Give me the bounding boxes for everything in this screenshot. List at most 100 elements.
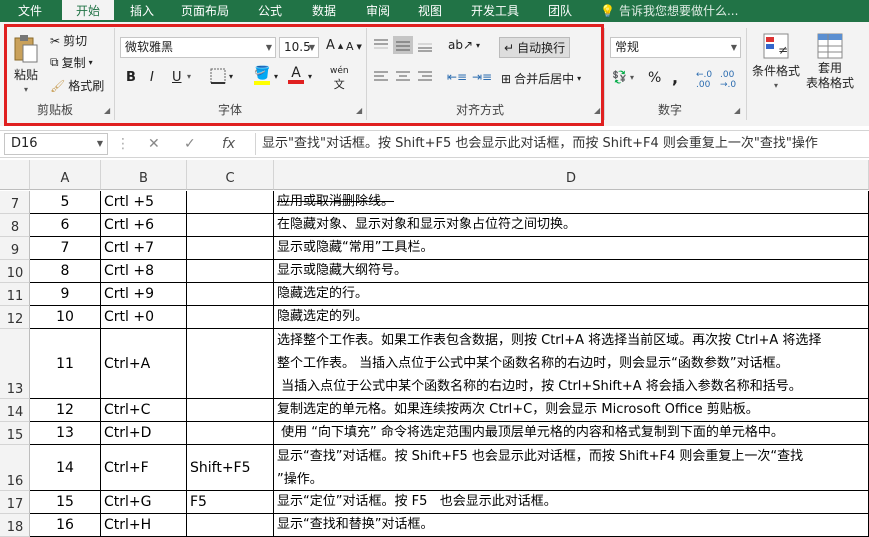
cell-c[interactable] — [187, 283, 274, 306]
cell-d[interactable]: 在隐藏对象、显示对象和显示对象占位符之间切换。 — [274, 214, 869, 237]
align-bottom-button[interactable] — [417, 38, 433, 52]
cell-d[interactable]: 应用或取消删除线。 — [274, 191, 869, 214]
tab-formulas[interactable]: 公式 — [250, 0, 290, 22]
row-header[interactable]: 9 — [0, 237, 30, 260]
cell-d[interactable]: 复制选定的单元格。如果连续按两次 Ctrl+C，则会显示 Microsoft O… — [274, 399, 869, 422]
dialog-launcher-icon[interactable]: ◢ — [594, 106, 600, 115]
align-left-button[interactable] — [373, 70, 389, 84]
row-header[interactable]: 16 — [0, 445, 30, 491]
align-center-button[interactable] — [395, 70, 411, 84]
font-color-dropdown[interactable]: ▾ — [308, 72, 312, 81]
enter-check-icon[interactable]: ✓ — [184, 133, 196, 155]
cell-d[interactable]: 选择整个工作表。如果工作表包含数据，则按 Ctrl+A 将选择当前区域。再次按 … — [274, 329, 869, 399]
cell-c[interactable] — [187, 422, 274, 445]
row-header[interactable]: 13 — [0, 329, 30, 399]
fill-color-dropdown[interactable]: ▾ — [274, 72, 278, 81]
merge-center-button[interactable]: ⊞ 合并后居中 ▾ — [501, 70, 581, 87]
accounting-format-button[interactable]: 💱 ▾ — [612, 70, 634, 84]
dialog-launcher-icon[interactable]: ◢ — [356, 106, 362, 115]
cell-c[interactable] — [187, 306, 274, 329]
dialog-launcher-icon[interactable]: ◢ — [104, 106, 110, 115]
decrease-indent-button[interactable]: ⇤≡ — [447, 70, 467, 84]
cell-b[interactable]: Ctrl+G — [101, 491, 187, 514]
bold-button[interactable]: B — [126, 70, 136, 85]
cell-c[interactable] — [187, 237, 274, 260]
row-header[interactable]: 15 — [0, 422, 30, 445]
cell-c[interactable]: F5 — [187, 491, 274, 514]
insert-function-icon[interactable]: fx — [222, 133, 235, 155]
cell-c[interactable] — [187, 260, 274, 283]
cell-a[interactable]: 10 — [30, 306, 101, 329]
pinyin-button[interactable]: wén 文 — [330, 66, 349, 92]
select-all-corner[interactable] — [0, 160, 30, 190]
column-header-c[interactable]: C — [187, 160, 274, 190]
cell-b[interactable]: Ctrl+C — [101, 399, 187, 422]
font-size-select[interactable]: 10.5 ▼ — [279, 37, 319, 58]
cell-c[interactable] — [187, 214, 274, 237]
font-color-button[interactable]: A — [288, 66, 304, 84]
copy-button[interactable]: ⧉ 复制 ▾ — [50, 54, 93, 71]
cell-d[interactable]: 显示或隐藏大纲符号。 — [274, 260, 869, 283]
row-header[interactable]: 12 — [0, 306, 30, 329]
tab-file[interactable]: 文件 — [8, 0, 52, 22]
cell-a[interactable]: 6 — [30, 214, 101, 237]
fill-color-button[interactable]: 🪣 — [254, 66, 270, 85]
cell-b[interactable]: Crtl +5 — [101, 191, 187, 214]
cell-d[interactable]: 显示“定位”对话框。按 F5 也会显示此对话框。 — [274, 491, 869, 514]
cell-a[interactable]: 15 — [30, 491, 101, 514]
row-header[interactable]: 8 — [0, 214, 30, 237]
underline-button[interactable]: U — [172, 70, 182, 85]
tab-review[interactable]: 审阅 — [358, 0, 398, 22]
cut-button[interactable]: ✂ 剪切 — [50, 32, 87, 49]
align-right-button[interactable] — [417, 70, 433, 84]
cell-a[interactable]: 14 — [30, 445, 101, 491]
cell-c[interactable]: Shift+F5 — [187, 445, 274, 491]
paste-button[interactable]: 粘贴 ▾ — [12, 34, 40, 94]
tell-me-search[interactable]: 💡 告诉我您想要做什么... — [600, 0, 738, 22]
increase-font-size-button[interactable]: A ▲ — [326, 38, 343, 53]
cell-b[interactable]: Crtl +6 — [101, 214, 187, 237]
orientation-button[interactable]: ab↗ ▾ — [448, 38, 480, 52]
tab-insert[interactable]: 插入 — [122, 0, 162, 22]
borders-button[interactable]: ▾ — [210, 68, 233, 84]
row-header[interactable]: 17 — [0, 491, 30, 514]
cell-a[interactable]: 11 — [30, 329, 101, 399]
tab-view[interactable]: 视图 — [410, 0, 450, 22]
tab-home[interactable]: 开始 — [62, 0, 114, 22]
cell-a[interactable]: 12 — [30, 399, 101, 422]
cell-b[interactable]: Crtl +7 — [101, 237, 187, 260]
format-painter-button[interactable]: 🖌 格式刷 — [50, 77, 104, 94]
percent-button[interactable]: % — [648, 70, 661, 86]
cell-a[interactable]: 8 — [30, 260, 101, 283]
cell-a[interactable]: 7 — [30, 237, 101, 260]
underline-dropdown[interactable]: ▾ — [187, 72, 191, 81]
cell-d[interactable]: 显示或隐藏“常用”工具栏。 — [274, 237, 869, 260]
cell-b[interactable]: Ctrl+A — [101, 329, 187, 399]
row-header[interactable]: 7 — [0, 191, 30, 214]
row-header[interactable]: 11 — [0, 283, 30, 306]
cell-b[interactable]: Crtl +9 — [101, 283, 187, 306]
cell-d[interactable]: 隐藏选定的列。 — [274, 306, 869, 329]
wrap-text-button[interactable]: ↵ 自动换行 — [499, 37, 571, 58]
format-as-table-button[interactable]: 套用 表格格式 — [806, 32, 854, 90]
cell-a[interactable]: 9 — [30, 283, 101, 306]
cell-b[interactable]: Ctrl+F — [101, 445, 187, 491]
font-name-select[interactable]: 微软雅黑 ▼ — [120, 37, 276, 58]
tab-data[interactable]: 数据 — [304, 0, 344, 22]
comma-style-button[interactable]: , — [672, 68, 678, 87]
increase-decimal-button[interactable]: ←.0.00 — [696, 70, 712, 90]
row-header[interactable]: 14 — [0, 399, 30, 422]
align-middle-button[interactable] — [393, 36, 413, 54]
cell-a[interactable]: 5 — [30, 191, 101, 214]
italic-button[interactable]: I — [150, 70, 154, 85]
name-box[interactable]: D16 ▼ — [4, 133, 108, 155]
column-header-a[interactable]: A — [30, 160, 101, 190]
decrease-decimal-button[interactable]: .00 →.0 — [720, 70, 736, 90]
conditional-formatting-button[interactable]: ≠ 条件格式 ▾ — [752, 32, 800, 90]
cell-b[interactable]: Ctrl+D — [101, 422, 187, 445]
number-format-select[interactable]: 常规 ▼ — [610, 37, 741, 58]
cell-c[interactable] — [187, 329, 274, 399]
column-header-b[interactable]: B — [101, 160, 187, 190]
cell-a[interactable]: 13 — [30, 422, 101, 445]
align-top-button[interactable] — [373, 38, 389, 52]
